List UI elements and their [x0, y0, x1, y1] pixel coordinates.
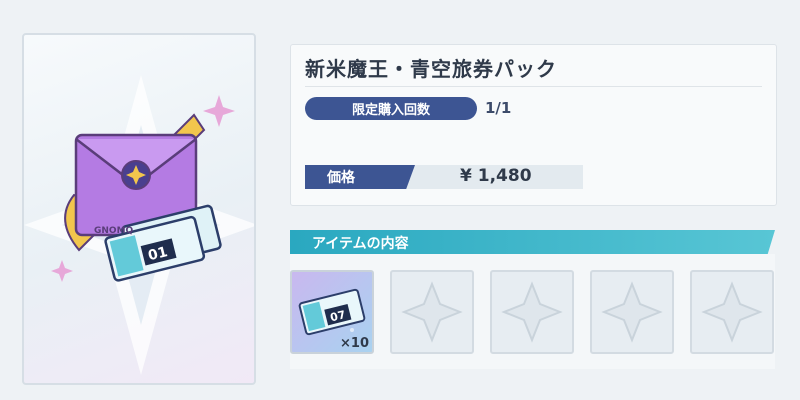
empty-slot-star-icon [601, 281, 663, 343]
ticket-pack-illustration: 01 GNOMQ [64, 113, 222, 282]
purchase-limit-badge: 限定購入回数 [305, 97, 477, 120]
price-row: 価格 ¥ 1,480 [305, 165, 583, 189]
product-image-card: 01 GNOMQ [22, 33, 256, 385]
title-divider [305, 86, 762, 87]
item-quantity: ×10 [340, 336, 369, 351]
item-slot-empty [490, 270, 574, 354]
empty-slot-star-icon [501, 281, 563, 343]
price-value: ¥ 1,480 [460, 166, 532, 186]
product-title: 新米魔王・青空旅券パック [305, 57, 557, 81]
item-slot-empty [590, 270, 674, 354]
empty-slot-star-icon [401, 281, 463, 343]
item-contents-title: アイテムの内容 [312, 236, 409, 252]
purchase-limit-value: 1/1 [485, 99, 512, 117]
item-slot-empty [690, 270, 774, 354]
product-info-panel: 新米魔王・青空旅券パック 限定購入回数 1/1 価格 ¥ 1,480 [290, 44, 777, 206]
purchase-limit-label: 限定購入回数 [351, 103, 430, 118]
item-slot-empty [390, 270, 474, 354]
item-contents-list: 07 ×10 [290, 254, 775, 369]
item-slot-ticket[interactable]: 07 ×10 [290, 270, 374, 354]
price-label: 価格 [305, 165, 415, 189]
envelope-label: GNOMQ [94, 226, 134, 236]
item-contents-header: アイテムの内容 [290, 230, 775, 254]
empty-slot-star-icon [701, 281, 763, 343]
